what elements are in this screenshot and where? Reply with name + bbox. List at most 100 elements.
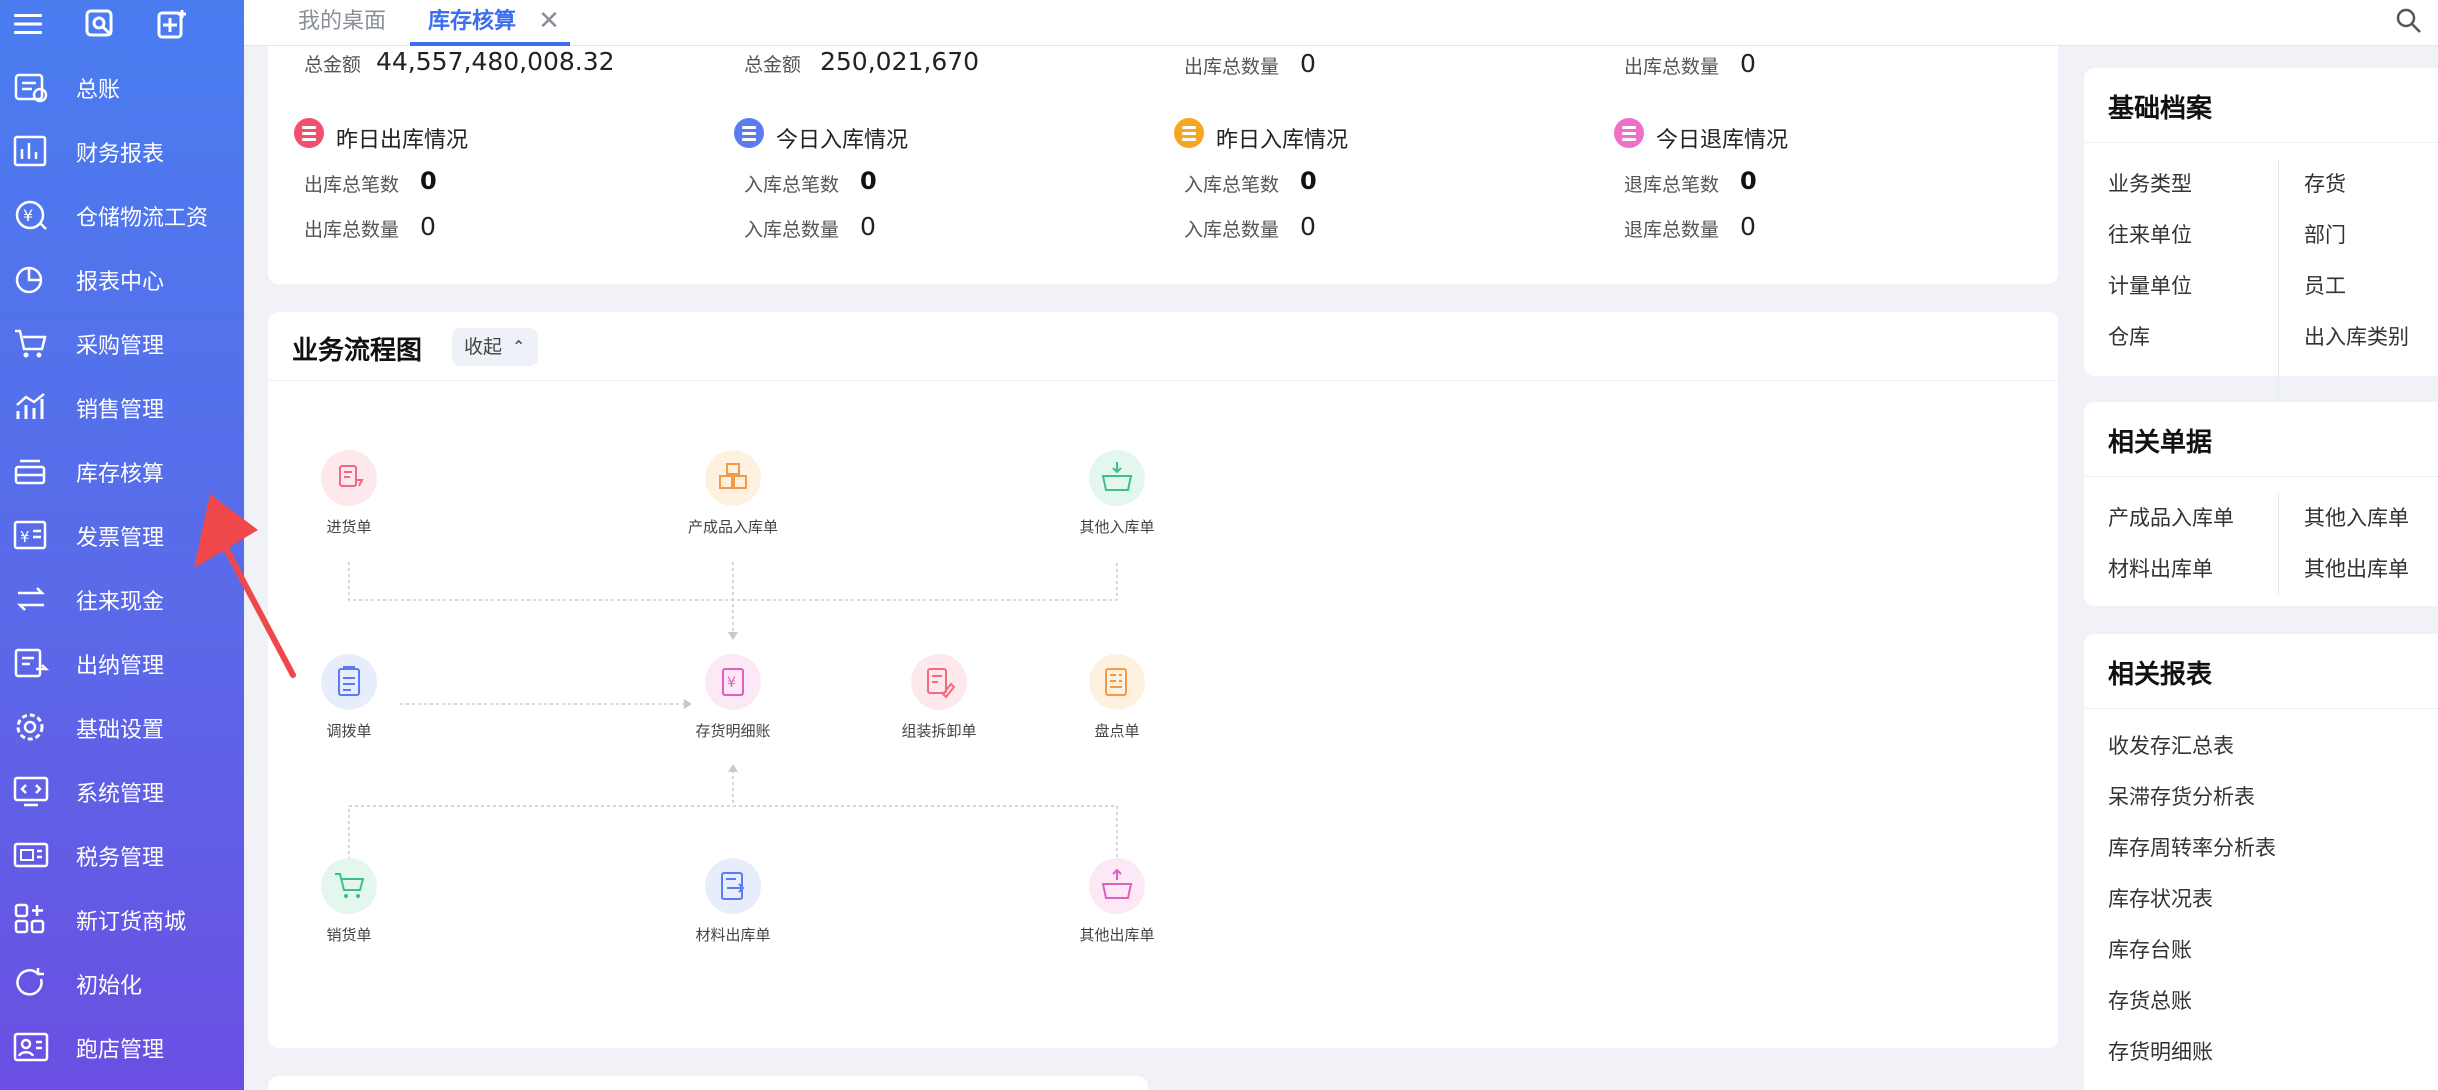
stat-value: 0 [1300,49,1316,78]
stat-out-qty: 出库总数量 0 [1624,49,1756,79]
stat-qty: 退库总数量 0 [1624,212,1756,242]
sidebar-item-label: 初始化 [76,974,143,999]
cart-icon [15,329,47,358]
related-docs-panel: 相关单据 产成品入库单 材料出库单 其他入库单 其他出库单 [2084,402,2438,606]
link-employee[interactable]: 员工 [2304,270,2346,300]
link-report[interactable]: 库存周转率分析表 [2108,832,2276,862]
add-doc-icon[interactable] [156,8,188,40]
purchase-receipt-icon [321,450,377,506]
tax-icon [13,842,49,868]
sidebar-item-label: 税务管理 [76,846,165,871]
stat-value: 44,557,480,008.32 [376,47,615,76]
tab-bar: 我的桌面 库存核算 ✕ [244,0,2438,46]
sidebar-item-initialize[interactable]: 初始化 [0,954,244,1010]
mall-icon [14,903,45,934]
invoice-icon: ¥ [13,520,47,550]
assembly-icon [911,654,967,710]
stocktake-icon [1089,654,1145,710]
cashier-icon [14,648,50,678]
stat-label: 出库总数量 [304,219,400,241]
arrow-annotation-icon [194,494,296,678]
panel-title: 基础档案 [2108,94,2213,124]
link-units[interactable]: 计量单位 [2108,270,2192,300]
stat-total-amount: 总金额 44,557,480,008.32 [304,47,615,77]
stat-label: 入库总数量 [744,219,840,241]
stat-total-amount: 总金额 250,021,670 [744,47,979,77]
sidebar-item-basic-settings[interactable]: 基础设置 [0,698,244,754]
link-material-out[interactable]: 材料出库单 [2108,553,2213,583]
menu-icon[interactable] [12,8,44,40]
report-icon [13,135,47,167]
material-out-icon [705,858,761,914]
close-icon[interactable]: ✕ [534,0,564,44]
list-icon [294,118,324,148]
sidebar-item-mall[interactable]: 新订货商城 [0,890,244,946]
sidebar-item-report-center[interactable]: 报表中心 [0,250,244,306]
stat-label: 总金额 [304,54,362,76]
divider [2278,494,2279,594]
list-icon [1174,118,1204,148]
search-icon[interactable] [2394,6,2424,36]
sidebar-item-label: 系统管理 [76,782,165,807]
sidebar-item-label: 采购管理 [76,334,165,359]
card-title: 今日入库情况 [776,128,909,153]
sidebar-item-tax[interactable]: 税务管理 [0,826,244,882]
link-department[interactable]: 部门 [2304,219,2346,249]
link-other-out[interactable]: 其他出库单 [2304,553,2409,583]
stat-value: 0 [860,212,876,241]
sidebar-item-store[interactable]: 跑店管理 [0,1018,244,1074]
flow-node-label: 存货明细账 [695,722,771,740]
sidebar-item-system[interactable]: 系统管理 [0,762,244,818]
list-icon [1614,118,1644,148]
sidebar-item-sales[interactable]: 销售管理 [0,378,244,434]
flow-node-label: 产成品入库单 [687,518,778,536]
flow-node-label: 盘点单 [1094,722,1140,740]
divider [2084,708,2438,709]
sidebar-item-financial-report[interactable]: 财务报表 [0,122,244,178]
refresh-icon [16,968,44,996]
link-report[interactable]: 存货总账 [2108,985,2192,1015]
svg-text:¥: ¥ [20,528,30,546]
link-report[interactable]: 收发存汇总表 [2108,730,2234,760]
link-report[interactable]: 呆滞存货分析表 [2108,781,2255,811]
tab-my-desk[interactable]: 我的桌面 [298,0,386,46]
stat-count: 出库总笔数 0 [304,167,437,197]
link-stock[interactable]: 存货 [2304,168,2346,198]
stats-column: 出库总数量 0 昨日入库情况 入库总笔数 0 入库总数量 0 [1148,46,1588,284]
sales-cart-icon [321,858,377,914]
sidebar-item-warehouse-wage[interactable]: ¥ 仓储物流工资 [0,186,244,242]
stat-value: 0 [1740,167,1757,195]
sidebar-toolbar [0,0,244,46]
sidebar-item-label: 基础设置 [76,718,165,743]
basket-out-icon [1089,858,1145,914]
search-doc-icon[interactable] [84,8,116,40]
wage-icon: ¥ [15,200,47,230]
stat-label: 出库总数量 [1184,56,1280,78]
card-title: 今日退库情况 [1656,128,1789,153]
stat-label: 退库总笔数 [1624,174,1720,196]
tab-label: 库存核算 [428,9,517,34]
stats-column: 总金额 250,021,670 今日入库情况 入库总笔数 0 入库总数量 0 [708,46,1148,284]
link-report[interactable]: 存货明细账 [2108,1036,2213,1066]
link-io-category[interactable]: 出入库类别 [2304,321,2409,351]
link-other-in[interactable]: 其他入库单 [2304,502,2409,532]
flow-node-label: 其他入库单 [1079,518,1155,536]
stat-count: 入库总笔数 0 [1184,167,1317,197]
sidebar-item-purchase[interactable]: 采购管理 [0,314,244,370]
divider [2278,160,2279,428]
flow-node-label: 组装拆卸单 [901,722,977,740]
link-partners[interactable]: 往来单位 [2108,219,2192,249]
link-warehouse[interactable]: 仓库 [2108,321,2150,351]
link-business-type[interactable]: 业务类型 [2108,168,2192,198]
link-report[interactable]: 库存状况表 [2108,883,2213,913]
sidebar-item-label: 报表中心 [76,270,165,295]
link-finished-goods-in[interactable]: 产成品入库单 [2108,502,2234,532]
list-icon [734,118,764,148]
card-title: 昨日入库情况 [1216,128,1349,153]
link-report[interactable]: 库存台账 [2108,934,2192,964]
sidebar-item-label: 发票管理 [76,526,165,551]
stat-label: 退库总数量 [1624,219,1720,241]
svg-text:¥: ¥ [23,206,33,225]
stat-label: 入库总数量 [1184,219,1280,241]
sidebar-item-general-ledger[interactable]: 总账 [0,58,244,114]
